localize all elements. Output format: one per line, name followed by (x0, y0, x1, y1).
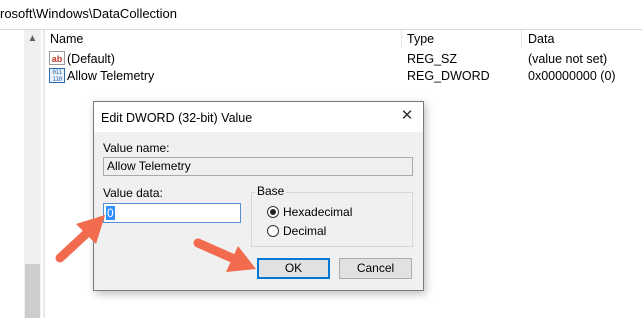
annotation-arrows (55, 215, 256, 272)
arrow-to-value-data-icon (55, 215, 105, 263)
arrow-to-ok-button-icon (193, 238, 256, 272)
